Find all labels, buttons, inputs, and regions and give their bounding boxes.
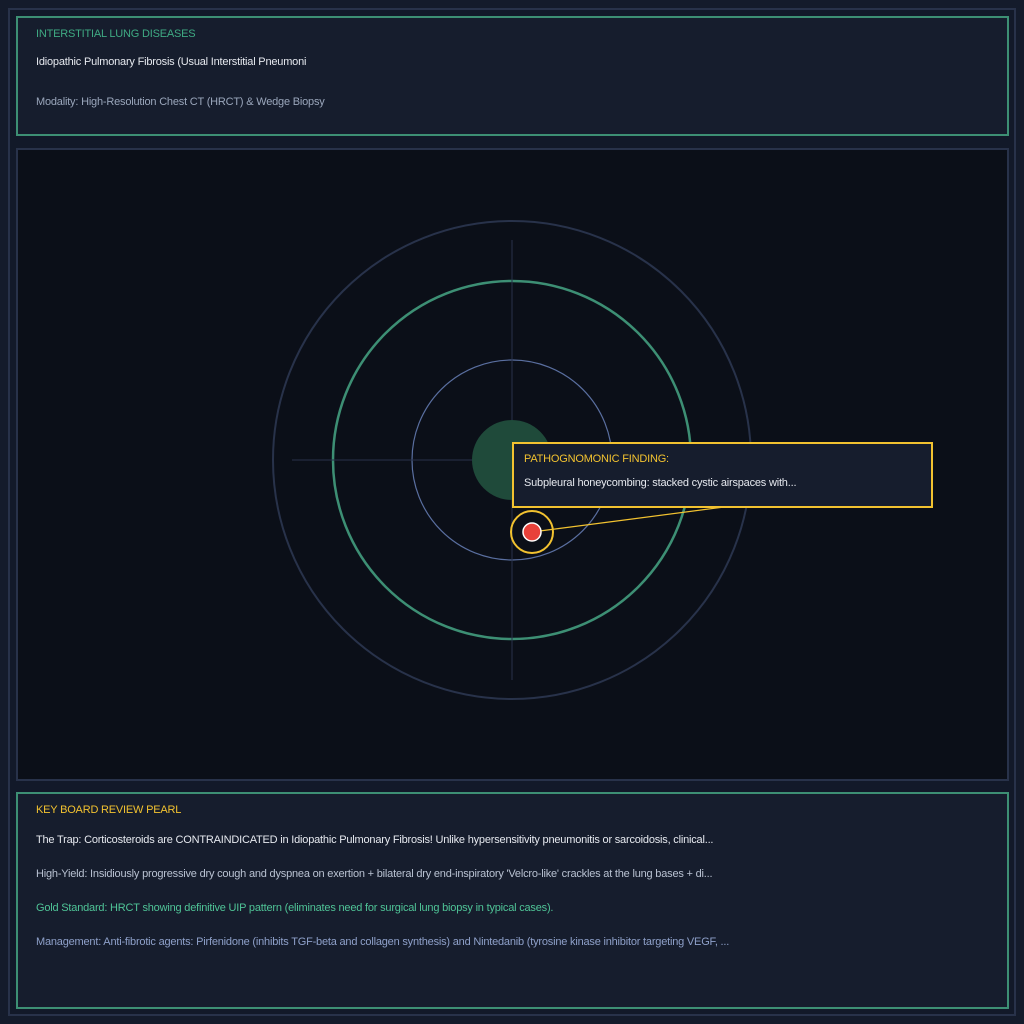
- target-marker-icon[interactable]: [522, 522, 542, 542]
- pathognomonic-callout: PATHOGNOMONIC FINDING: Subpleural honeyc…: [512, 442, 933, 508]
- callout-title: PATHOGNOMONIC FINDING:: [524, 453, 669, 465]
- pearl-high-yield-text: High-Yield: Insidiously progressive dry …: [36, 868, 713, 880]
- review-pearl-panel: KEY BOARD REVIEW PEARL The Trap: Cortico…: [16, 792, 1009, 1009]
- pearl-gold-standard-text: Gold Standard: HRCT showing definitive U…: [36, 902, 554, 914]
- pearl-management-text: Management: Anti-fibrotic agents: Pirfen…: [36, 936, 730, 948]
- callout-body: Subpleural honeycombing: stacked cystic …: [524, 477, 797, 489]
- callout-leader-line: [531, 506, 725, 533]
- pearl-heading: KEY BOARD REVIEW PEARL: [36, 804, 182, 816]
- pearl-trap-text: The Trap: Corticosteroids are CONTRAINDI…: [36, 834, 714, 846]
